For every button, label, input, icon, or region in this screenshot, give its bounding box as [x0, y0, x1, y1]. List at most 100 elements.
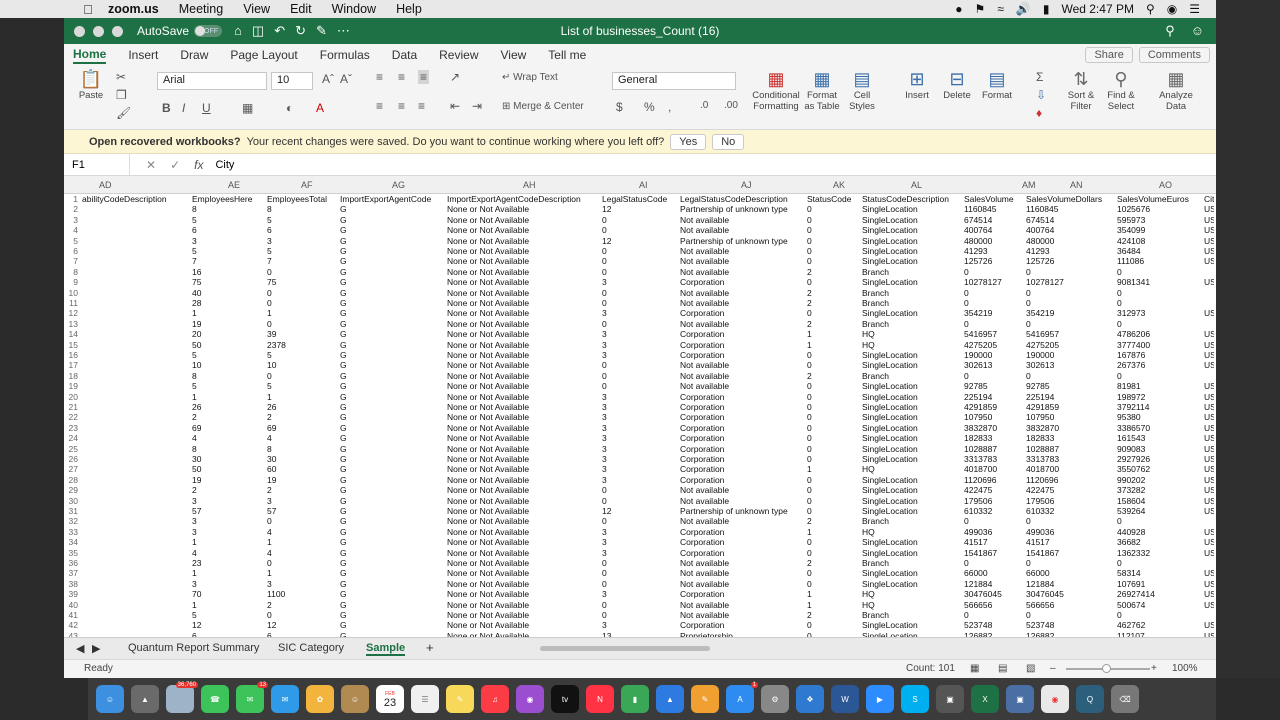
- table-cell[interactable]: 0: [602, 579, 678, 589]
- row-number[interactable]: 35: [64, 548, 78, 558]
- table-cell[interactable]: 66000: [964, 568, 1024, 578]
- table-cell[interactable]: G: [340, 329, 445, 339]
- comma-style-icon[interactable]: ,: [668, 100, 671, 114]
- table-cell[interactable]: 1: [192, 568, 265, 578]
- table-cell[interactable]: 111086: [1117, 256, 1202, 266]
- table-cell[interactable]: 60: [267, 464, 338, 474]
- table-cell[interactable]: 36484: [1117, 246, 1202, 256]
- table-cell[interactable]: G: [340, 246, 445, 256]
- table-cell[interactable]: None or Not Available: [447, 475, 600, 485]
- tab-data[interactable]: Data: [392, 48, 417, 62]
- table-cell[interactable]: 5: [192, 350, 265, 360]
- table-cell[interactable]: 0: [807, 350, 860, 360]
- number-format-field[interactable]: General: [612, 72, 736, 90]
- table-cell[interactable]: 0: [1117, 319, 1202, 329]
- prev-sheet-icon[interactable]: ◀: [76, 642, 84, 655]
- table-cell[interactable]: 8: [192, 204, 265, 214]
- paste-button[interactable]: 📋 Paste: [76, 68, 106, 101]
- tab-tell-me[interactable]: Tell me: [548, 48, 586, 62]
- autosave-toggle[interactable]: OFF: [194, 25, 223, 37]
- table-cell[interactable]: 2: [267, 412, 338, 422]
- table-cell[interactable]: EmployeesHere: [192, 194, 265, 204]
- quicktime-icon[interactable]: Q: [1076, 685, 1104, 713]
- table-cell[interactable]: G: [340, 620, 445, 630]
- row-number[interactable]: 41: [64, 610, 78, 620]
- table-cell[interactable]: 0: [602, 600, 678, 610]
- table-cell[interactable]: 0: [807, 620, 860, 630]
- table-cell[interactable]: 3: [192, 527, 265, 537]
- row-number[interactable]: 32: [64, 516, 78, 526]
- table-cell[interactable]: Corporation: [680, 527, 805, 537]
- table-cell[interactable]: 7: [267, 256, 338, 266]
- menu-help[interactable]: Help: [396, 2, 422, 16]
- table-cell[interactable]: 3: [602, 277, 678, 287]
- table-cell[interactable]: 57: [192, 506, 265, 516]
- table-cell[interactable]: Not available: [680, 267, 805, 277]
- table-cell[interactable]: 19: [192, 475, 265, 485]
- table-cell[interactable]: 5: [192, 215, 265, 225]
- table-cell[interactable]: 0: [267, 288, 338, 298]
- row-number[interactable]: 3: [64, 215, 78, 225]
- flag-icon[interactable]: ⚑: [975, 2, 986, 16]
- table-cell[interactable]: SingleLocation: [862, 236, 962, 246]
- conditional-formatting-button[interactable]: ▦ Conditional Formatting: [750, 68, 802, 112]
- table-cell[interactable]: 20: [192, 329, 265, 339]
- table-cell[interactable]: SingleLocation: [862, 496, 962, 506]
- notification-center-icon[interactable]: ☰: [1189, 2, 1200, 16]
- table-cell[interactable]: US: [1204, 496, 1214, 506]
- table-cell[interactable]: 610332: [1026, 506, 1115, 516]
- table-cell[interactable]: G: [340, 537, 445, 547]
- table-cell[interactable]: SingleLocation: [862, 246, 962, 256]
- table-cell[interactable]: G: [340, 485, 445, 495]
- table-cell[interactable]: G: [340, 225, 445, 235]
- table-cell[interactable]: Partnership of unknown type: [680, 506, 805, 516]
- align-middle-icon[interactable]: ≡: [398, 70, 405, 84]
- table-cell[interactable]: Corporation: [680, 350, 805, 360]
- font-color-icon[interactable]: A: [316, 101, 324, 115]
- skype-icon[interactable]: S: [901, 685, 929, 713]
- table-cell[interactable]: None or Not Available: [447, 277, 600, 287]
- table-cell[interactable]: 499036: [1026, 527, 1115, 537]
- table-cell[interactable]: None or Not Available: [447, 579, 600, 589]
- decrease-indent-icon[interactable]: ⇤: [450, 99, 460, 113]
- table-cell[interactable]: HQ: [862, 329, 962, 339]
- table-cell[interactable]: 1541867: [964, 548, 1024, 558]
- table-cell[interactable]: G: [340, 350, 445, 360]
- cut-icon[interactable]: ✂: [116, 70, 126, 84]
- table-cell[interactable]: None or Not Available: [447, 610, 600, 620]
- table-cell[interactable]: 0: [267, 516, 338, 526]
- zoom-status-icon[interactable]: ●: [955, 2, 962, 16]
- row-number[interactable]: 42: [64, 620, 78, 630]
- table-cell[interactable]: Corporation: [680, 340, 805, 350]
- table-cell[interactable]: Not available: [680, 256, 805, 266]
- table-cell[interactable]: Not available: [680, 516, 805, 526]
- table-cell[interactable]: None or Not Available: [447, 246, 600, 256]
- table-cell[interactable]: 50: [192, 340, 265, 350]
- table-cell[interactable]: 0: [602, 246, 678, 256]
- table-cell[interactable]: 161543: [1117, 433, 1202, 443]
- table-cell[interactable]: US: [1204, 600, 1214, 610]
- formula-input[interactable]: City: [215, 159, 234, 171]
- table-cell[interactable]: US: [1204, 412, 1214, 422]
- table-cell[interactable]: SingleLocation: [862, 454, 962, 464]
- table-cell[interactable]: G: [340, 579, 445, 589]
- enter-icon[interactable]: ✓: [170, 158, 180, 172]
- table-cell[interactable]: 2: [807, 288, 860, 298]
- table-cell[interactable]: 354219: [1026, 308, 1115, 318]
- table-cell[interactable]: 0: [807, 215, 860, 225]
- minimize-window-button[interactable]: [93, 25, 104, 37]
- table-cell[interactable]: US: [1204, 402, 1214, 412]
- row-number[interactable]: 15: [64, 340, 78, 350]
- menu-edit[interactable]: Edit: [290, 2, 312, 16]
- comments-button[interactable]: Comments: [1138, 47, 1210, 63]
- close-window-button[interactable]: [74, 25, 85, 37]
- row-number[interactable]: 27: [64, 464, 78, 474]
- table-cell[interactable]: 1541867: [1026, 548, 1115, 558]
- table-cell[interactable]: SingleLocation: [862, 568, 962, 578]
- table-cell[interactable]: 30: [192, 454, 265, 464]
- next-sheet-icon[interactable]: ▶: [92, 642, 100, 655]
- table-cell[interactable]: 4018700: [964, 464, 1024, 474]
- table-cell[interactable]: 9081341: [1117, 277, 1202, 287]
- analyze-data-button[interactable]: ▦ Analyze Data: [1152, 68, 1200, 112]
- table-cell[interactable]: 0: [807, 537, 860, 547]
